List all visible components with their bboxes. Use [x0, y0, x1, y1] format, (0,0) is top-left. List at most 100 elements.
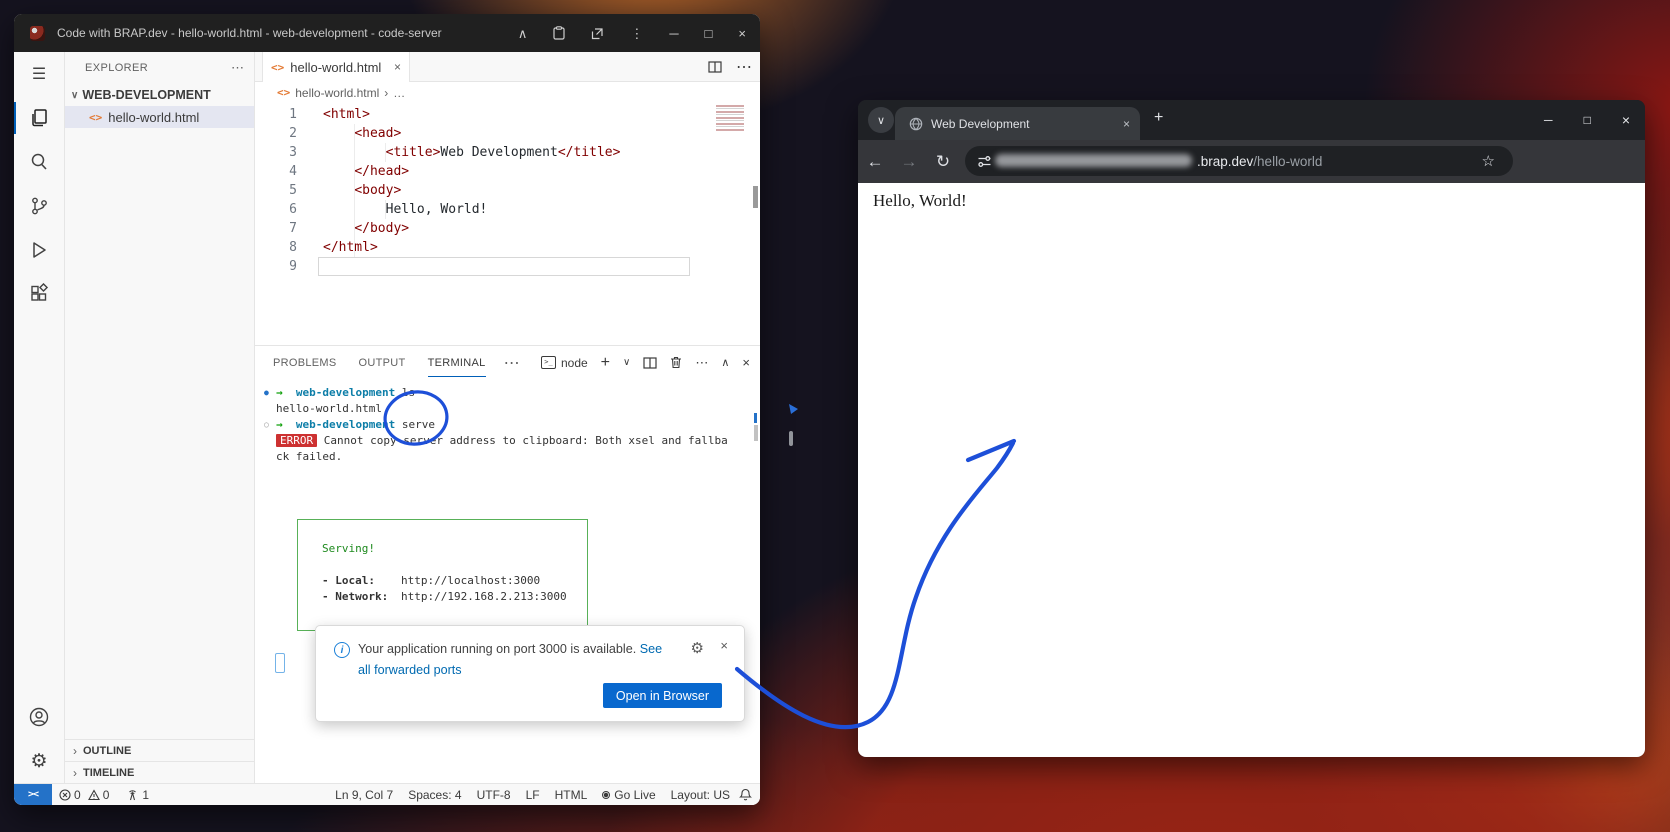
- bookmark-star-icon[interactable]: ☆: [1482, 152, 1495, 170]
- terminal-dropdown-icon[interactable]: ∨: [623, 357, 630, 368]
- warning-count: 0: [103, 788, 110, 802]
- html-file-icon: <>: [89, 111, 102, 124]
- menu-hamburger-icon[interactable]: ☰: [14, 52, 65, 96]
- panel-tab-problems[interactable]: PROBLEMS: [273, 349, 337, 376]
- terminal-line: ck failed.: [255, 449, 760, 465]
- sidebar-file-hello-world[interactable]: <> hello-world.html: [65, 106, 254, 128]
- split-terminal-icon[interactable]: [643, 357, 657, 369]
- code-editor[interactable]: 123456789 <html> <head> <title>Web Devel…: [255, 103, 760, 345]
- breadcrumb-file[interactable]: hello-world.html: [295, 86, 379, 100]
- copy-url-icon[interactable]: [553, 26, 565, 40]
- sidebar-section-timeline[interactable]: ›TIMELINE: [65, 761, 254, 783]
- statusbar-item-go-live[interactable]: Go Live: [602, 788, 655, 802]
- panel-tab-output[interactable]: OUTPUT: [359, 349, 406, 376]
- breadcrumb[interactable]: <> hello-world.html › …: [255, 82, 760, 103]
- terminal-instance-chip[interactable]: >_ node: [541, 356, 588, 370]
- explorer-icon[interactable]: [14, 96, 65, 140]
- statusbar-item-html[interactable]: HTML: [555, 788, 588, 802]
- terminal-scrollbar[interactable]: [754, 425, 758, 441]
- broadcast-icon: [602, 791, 610, 799]
- kebab-menu-icon[interactable]: ⋮: [630, 27, 643, 40]
- reload-icon[interactable]: ↻: [926, 152, 960, 172]
- account-icon[interactable]: [14, 695, 65, 739]
- search-icon[interactable]: [14, 140, 65, 184]
- terminal-line: ERROR Cannot copy server address to clip…: [255, 433, 760, 449]
- back-icon[interactable]: ←: [858, 152, 892, 172]
- explorer-more-icon[interactable]: ⋯: [231, 60, 244, 76]
- open-in-browser-window-icon[interactable]: [591, 27, 604, 40]
- chevron-down-icon: ∨: [71, 90, 78, 101]
- line-number: 9: [255, 257, 305, 276]
- settings-gear-icon[interactable]: ⚙: [14, 739, 65, 783]
- ports-count: 1: [142, 788, 149, 802]
- sidebar-folder-web-development[interactable]: ∨ WEB-DEVELOPMENT: [65, 84, 254, 106]
- statusbar-item-utf-8[interactable]: UTF-8: [477, 788, 511, 802]
- remote-indicator[interactable]: ><: [14, 784, 52, 806]
- open-in-browser-button[interactable]: Open in Browser: [603, 683, 722, 708]
- command-decoration-icon[interactable]: ○: [264, 417, 269, 433]
- globe-favicon: [909, 117, 923, 131]
- statusbar-item-layout-us[interactable]: Layout: US: [671, 788, 730, 802]
- extensions-icon[interactable]: [14, 272, 65, 316]
- editor-scrollbar[interactable]: [753, 186, 758, 208]
- browser-maximize-button[interactable]: □: [1584, 113, 1591, 127]
- close-button[interactable]: ×: [738, 27, 746, 40]
- panel-tab-terminal[interactable]: TERMINAL: [428, 349, 486, 377]
- serving-rows: - Local:http://localhost:3000- Network:h…: [322, 573, 587, 605]
- split-editor-icon[interactable]: [708, 61, 722, 73]
- run-debug-icon[interactable]: [14, 228, 65, 272]
- code-line: </head>: [323, 162, 620, 181]
- maximize-panel-icon[interactable]: ∧: [721, 356, 729, 369]
- problems-status[interactable]: 0 0: [59, 788, 109, 802]
- tab-close-icon[interactable]: ×: [394, 60, 401, 74]
- window-title: Code with BRAP.dev - hello-world.html - …: [57, 26, 442, 40]
- info-icon: i: [334, 642, 350, 658]
- panel-more-icon[interactable]: ⋯: [504, 353, 520, 373]
- tab-close-icon[interactable]: ×: [1123, 117, 1130, 131]
- explorer-sidebar: EXPLORER ⋯ ∨ WEB-DEVELOPMENT <> hello-wo…: [65, 52, 255, 783]
- serving-row: - Local:http://localhost:3000: [322, 573, 587, 589]
- code-line: [323, 257, 620, 276]
- notification-close-icon[interactable]: ×: [720, 638, 728, 653]
- minimap[interactable]: [716, 105, 744, 132]
- forwarded-ports-status[interactable]: 1: [126, 788, 149, 802]
- panel-actions-more-icon[interactable]: ⋯: [695, 355, 708, 371]
- html-file-icon: <>: [271, 61, 284, 74]
- terminal-scroll-decoration: [754, 413, 757, 423]
- editor-tab-hello-world[interactable]: <> hello-world.html ×: [262, 52, 410, 82]
- vscode-titlebar: Code with BRAP.dev - hello-world.html - …: [14, 14, 760, 52]
- chevron-up-icon[interactable]: ∧: [518, 27, 528, 40]
- notification-message: Your application running on port 3000 is…: [358, 642, 640, 656]
- statusbar-item-spaces-4[interactable]: Spaces: 4: [408, 788, 461, 802]
- terminal-output[interactable]: ●→ web-development lshello-world.html○→ …: [255, 379, 760, 784]
- source-control-icon[interactable]: [14, 184, 65, 228]
- statusbar-item-lf[interactable]: LF: [526, 788, 540, 802]
- redacted-url-segment: [995, 154, 1192, 167]
- notification-settings-gear-icon[interactable]: ⚙: [691, 639, 704, 657]
- close-panel-icon[interactable]: ×: [742, 355, 750, 370]
- notifications-bell-icon[interactable]: [739, 788, 752, 801]
- browser-close-button[interactable]: ×: [1622, 112, 1630, 128]
- line-number: 7: [255, 219, 305, 238]
- minimize-button[interactable]: ─: [669, 27, 678, 40]
- url-text[interactable]: .brap.dev/hello-world: [1197, 154, 1322, 169]
- site-settings-tune-icon[interactable]: [977, 154, 992, 169]
- browser-tab[interactable]: Web Development ×: [895, 107, 1140, 140]
- browser-minimize-button[interactable]: ─: [1544, 113, 1553, 127]
- port-notification-toast: i Your application running on port 3000 …: [315, 625, 745, 722]
- code-line: <head>: [323, 124, 620, 143]
- statusbar-item-ln-9-col-7[interactable]: Ln 9, Col 7: [335, 788, 393, 802]
- new-tab-icon[interactable]: +: [1154, 109, 1163, 127]
- breadcrumb-more[interactable]: …: [393, 86, 405, 100]
- kill-terminal-trash-icon[interactable]: [670, 356, 682, 369]
- address-bar[interactable]: .brap.dev/hello-world ☆: [965, 146, 1513, 176]
- url-path: /hello-world: [1253, 154, 1322, 169]
- maximize-button[interactable]: □: [705, 27, 713, 40]
- code-line: Hello, World!: [323, 200, 620, 219]
- sidebar-section-outline[interactable]: ›OUTLINE: [65, 739, 254, 761]
- editor-more-icon[interactable]: ⋯: [736, 57, 752, 77]
- tab-search-icon[interactable]: ∨: [868, 107, 894, 133]
- forward-icon[interactable]: →: [892, 152, 926, 172]
- command-decoration-icon[interactable]: ●: [264, 385, 269, 401]
- new-terminal-icon[interactable]: +: [601, 354, 610, 372]
